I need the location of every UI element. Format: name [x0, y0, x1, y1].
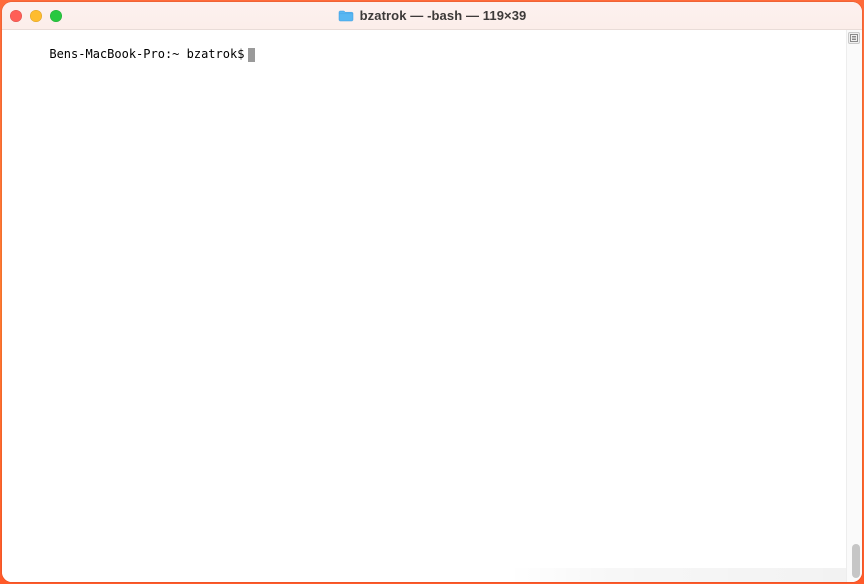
scrollbar-thumb[interactable] [852, 544, 860, 578]
terminal-viewport[interactable]: Bens-MacBook-Pro:~ bzatrok$ [2, 30, 846, 582]
terminal-window: bzatrok — -bash — 119×39 Bens-MacBook-Pr… [2, 2, 862, 582]
prompt-line: Bens-MacBook-Pro:~ bzatrok$ [49, 47, 255, 62]
text-cursor [248, 48, 255, 62]
zoom-button[interactable] [50, 10, 62, 22]
title-container: bzatrok — -bash — 119×39 [2, 8, 862, 23]
close-button[interactable] [10, 10, 22, 22]
window-title: bzatrok — -bash — 119×39 [360, 8, 527, 23]
traffic-lights [10, 10, 62, 22]
content-wrap: Bens-MacBook-Pro:~ bzatrok$ [2, 30, 862, 582]
home-folder-icon [338, 9, 354, 22]
window-titlebar[interactable]: bzatrok — -bash — 119×39 [2, 2, 862, 30]
scroll-lock-icon[interactable] [848, 32, 860, 44]
minimize-button[interactable] [30, 10, 42, 22]
shell-prompt: Bens-MacBook-Pro:~ bzatrok$ [49, 47, 244, 62]
vertical-scrollbar[interactable] [846, 30, 862, 582]
